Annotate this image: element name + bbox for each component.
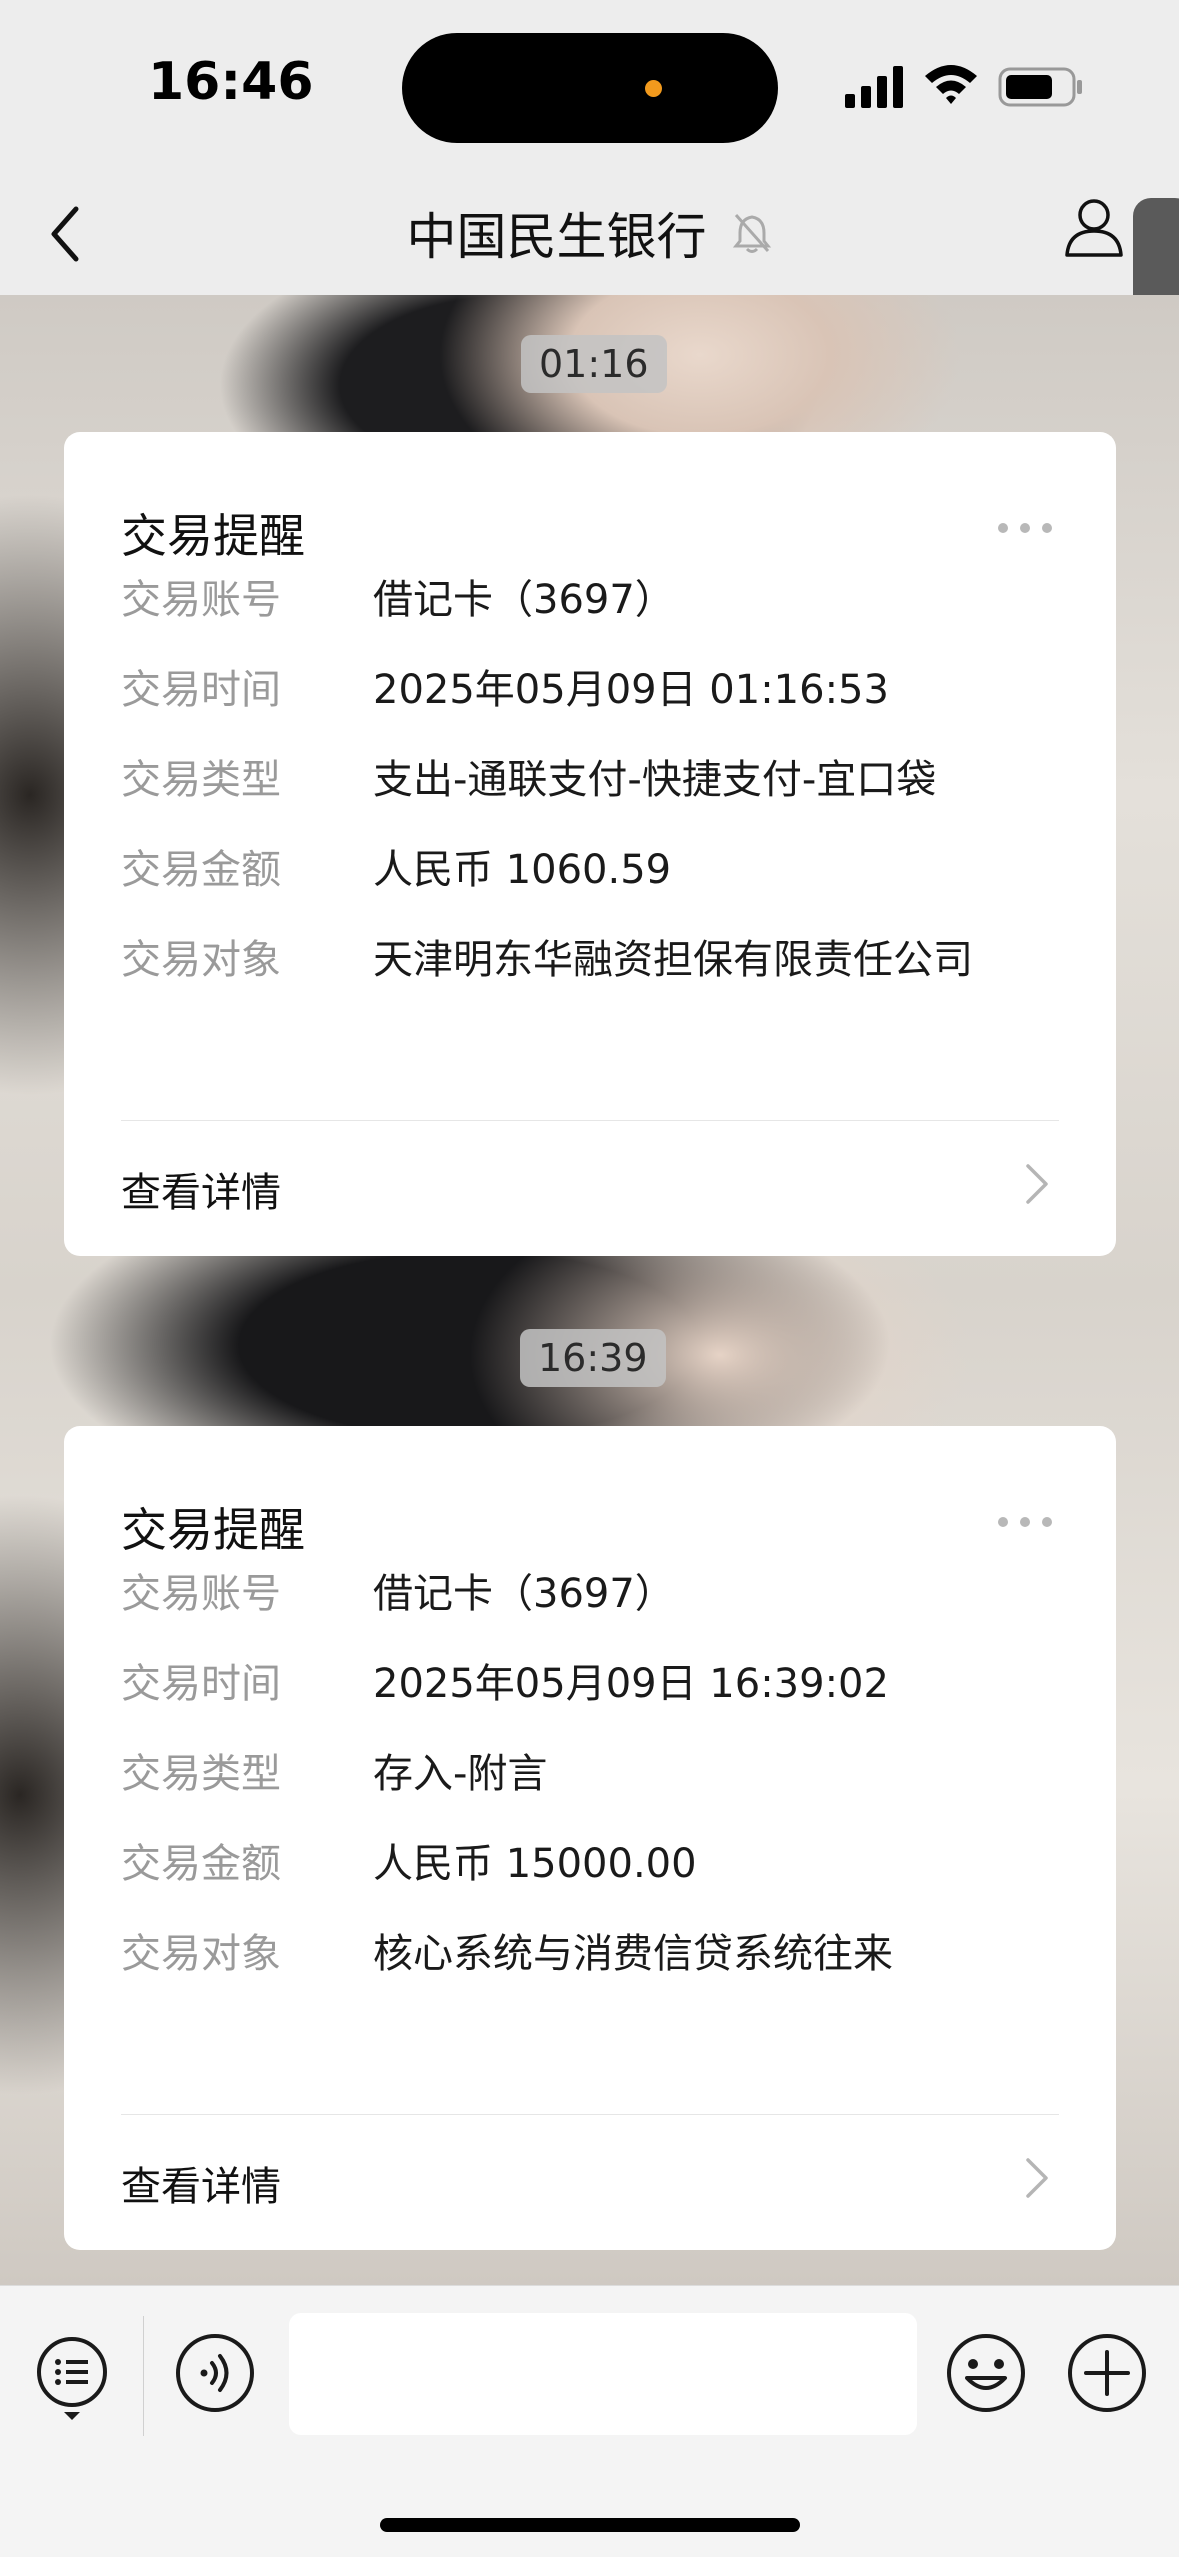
row-value: 支出-通联支付-快捷支付-宜口袋 [373, 757, 937, 803]
more-dots-icon[interactable] [996, 1514, 1054, 1530]
row-label: 交易账号 [121, 577, 281, 623]
row-label: 交易类型 [121, 757, 281, 803]
view-details-link[interactable]: 查看详情 [121, 1160, 281, 1218]
plus-icon[interactable] [1066, 2332, 1148, 2414]
more-dots-icon[interactable] [996, 520, 1054, 536]
transaction-card[interactable]: 交易提醒 交易账号 借记卡（3697） 交易时间 2025年05月09日 16:… [64, 1426, 1116, 2250]
row-value: 天津明东华融资担保有限责任公司 [373, 937, 973, 983]
row-label: 交易时间 [121, 1661, 281, 1707]
row-value: 核心系统与消费信贷系统往来 [373, 1931, 893, 1977]
row-value: 借记卡（3697） [373, 1571, 675, 1617]
card-divider [121, 1120, 1059, 1121]
home-indicator[interactable] [380, 2518, 800, 2532]
row-label: 交易对象 [121, 1931, 281, 1977]
row-value: 人民币 1060.59 [373, 847, 672, 893]
battery-icon [998, 67, 1082, 107]
person-icon[interactable] [1063, 195, 1125, 259]
voice-icon[interactable] [174, 2332, 256, 2414]
emoji-icon[interactable] [945, 2332, 1027, 2414]
input-bar [0, 2285, 1179, 2557]
row-value: 2025年05月09日 01:16:53 [373, 667, 889, 713]
bar-separator [143, 2316, 144, 2436]
nav-bar: 中国民生银行 [0, 175, 1179, 295]
status-time: 16:46 [148, 52, 314, 112]
message-timestamp: 01:16 [521, 335, 667, 393]
status-bar: 16:46 [0, 0, 1179, 175]
row-label: 交易对象 [121, 937, 281, 983]
cellular-signal-icon [845, 66, 903, 108]
row-value: 2025年05月09日 16:39:02 [373, 1661, 889, 1707]
activity-dot [645, 80, 662, 97]
chat-title-text: 中国民生银行 [406, 208, 707, 266]
card-title: 交易提醒 [121, 1503, 305, 1557]
row-label: 交易类型 [121, 1751, 281, 1797]
message-timestamp: 16:39 [520, 1329, 666, 1387]
message-input[interactable] [289, 2313, 917, 2435]
chevron-right-icon [1026, 2158, 1048, 2198]
bell-off-icon [733, 214, 772, 253]
row-label: 交易金额 [121, 1841, 281, 1887]
row-label: 交易金额 [121, 847, 281, 893]
transaction-card[interactable]: 交易提醒 交易账号 借记卡（3697） 交易时间 2025年05月09日 01:… [64, 432, 1116, 1256]
row-value: 人民币 15000.00 [373, 1841, 697, 1887]
dynamic-island [402, 33, 778, 143]
menu-list-icon[interactable] [33, 2334, 111, 2424]
view-details-link[interactable]: 查看详情 [121, 2154, 281, 2212]
chat-area: 01:16 交易提醒 交易账号 借记卡（3697） 交易时间 2025年05月0… [0, 295, 1179, 2285]
row-value: 借记卡（3697） [373, 577, 675, 623]
card-title: 交易提醒 [121, 509, 305, 563]
chevron-right-icon [1026, 1164, 1048, 1204]
chat-title: 中国民生银行 [0, 197, 1179, 269]
wifi-icon [925, 65, 977, 104]
row-label: 交易时间 [121, 667, 281, 713]
row-value: 存入-附言 [373, 1751, 548, 1797]
card-divider [121, 2114, 1059, 2115]
row-label: 交易账号 [121, 1571, 281, 1617]
